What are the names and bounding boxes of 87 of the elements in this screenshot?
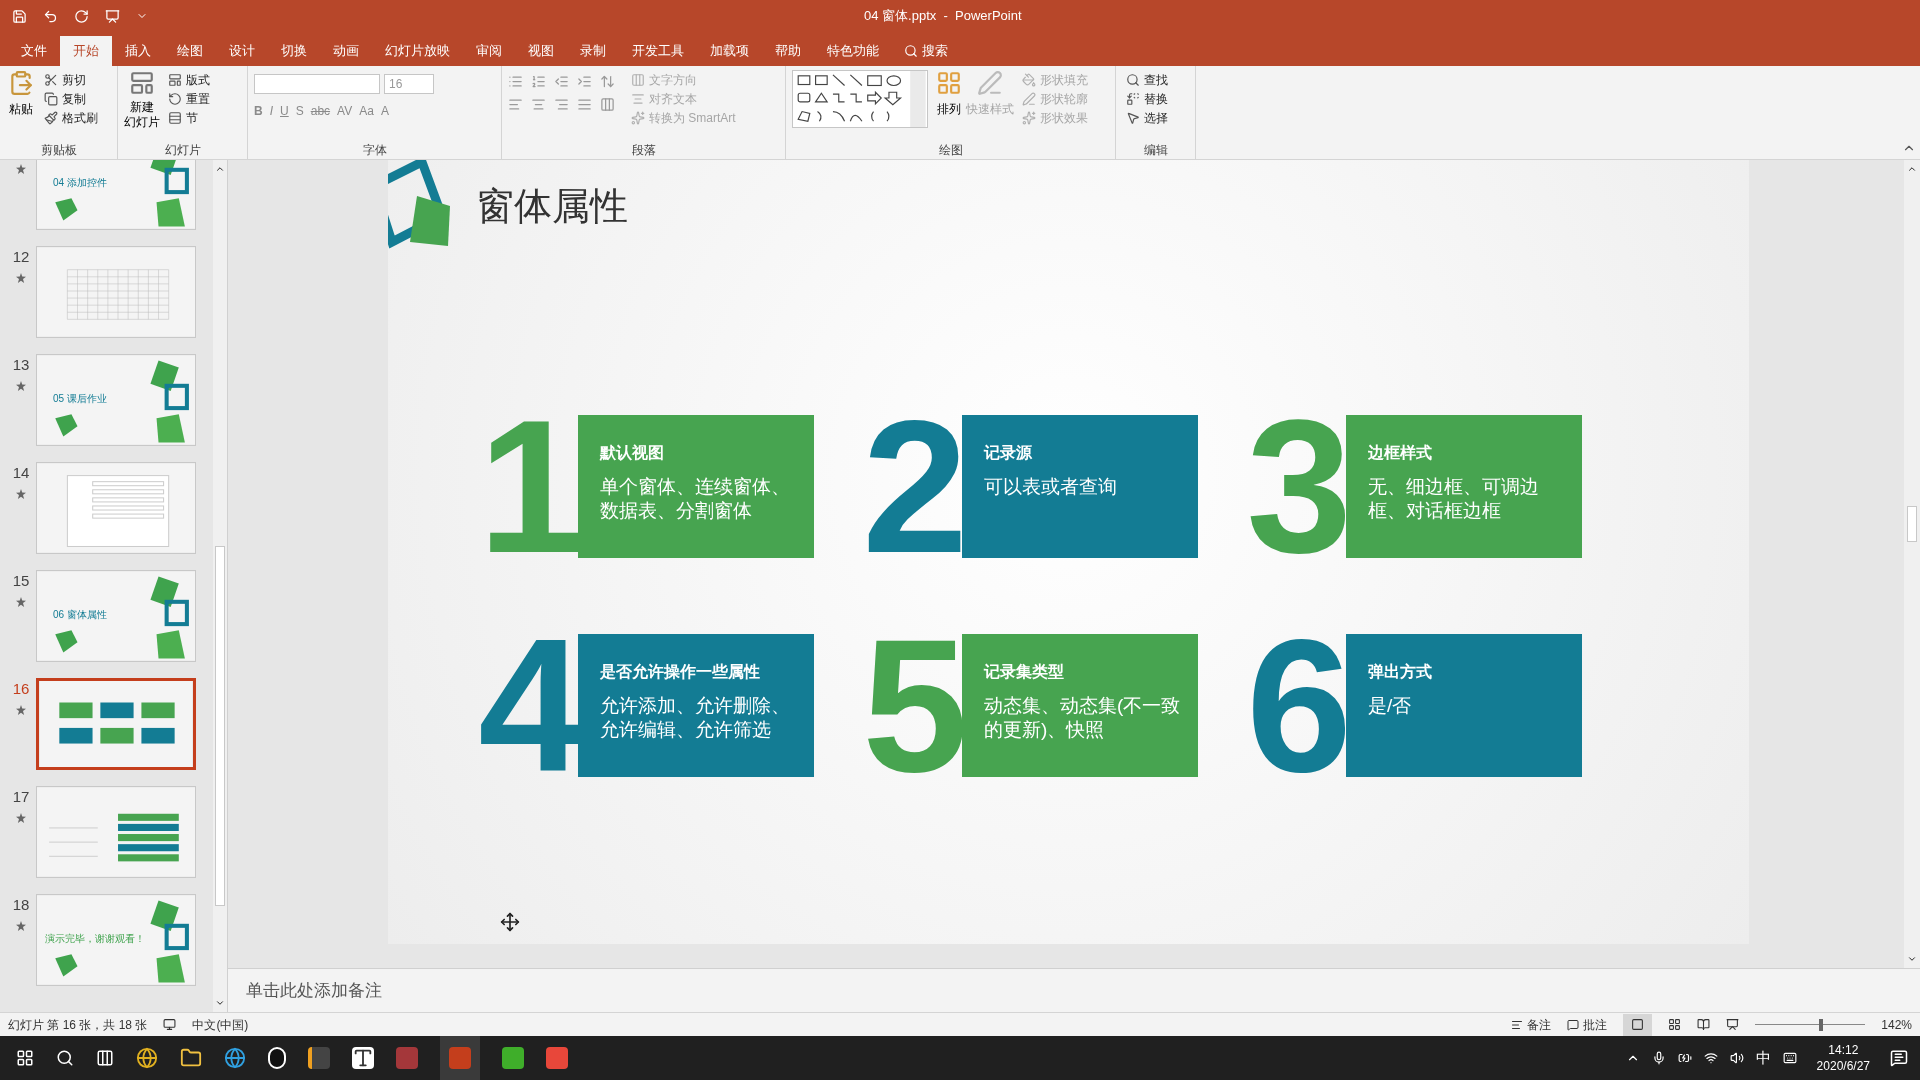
- slide-thumbnail[interactable]: 05 课后作业: [36, 354, 196, 446]
- card-text: 允许添加、允许删除、允许编辑、允许筛选: [600, 694, 791, 742]
- font-format-button[interactable]: A: [380, 102, 389, 120]
- font-format-button[interactable]: U: [280, 102, 289, 120]
- clipboard-button[interactable]: 格式刷: [40, 108, 102, 127]
- window-title: 04 窗体.pptx - PowerPoint: [864, 7, 1022, 26]
- zoom-level[interactable]: 142%: [1881, 1015, 1912, 1034]
- slide-number: 16: [12, 679, 30, 699]
- ribbon-tab[interactable]: 文件: [8, 36, 60, 66]
- card-text: 动态集、动态集(不一致的更新)、快照: [984, 694, 1182, 742]
- paste-button[interactable]: 粘贴: [6, 70, 36, 118]
- ribbon-tab[interactable]: 开始: [60, 36, 112, 66]
- input-method-button[interactable]: 中: [1755, 1046, 1771, 1070]
- slide-number: 17: [12, 787, 30, 807]
- slide-thumbnail[interactable]: 演示完毕，谢谢观看！: [36, 894, 196, 986]
- font-format-button[interactable]: I: [269, 102, 273, 120]
- clipboard-button[interactable]: 复制: [40, 89, 102, 108]
- slide-count: 幻灯片 第 16 张，共 18 张: [8, 1016, 148, 1034]
- card-heading: 是否允许操作一些属性: [600, 662, 761, 682]
- group-label: 剪贴板: [39, 142, 78, 159]
- slide-number: 14: [12, 463, 30, 483]
- search-button[interactable]: 搜索: [892, 36, 960, 66]
- card-text: 单个窗体、连续窗体、数据表、分割窗体: [600, 475, 791, 523]
- card-number: 5: [861, 634, 968, 777]
- ribbon-tab[interactable]: 插入: [112, 36, 164, 66]
- ribbon-tab[interactable]: 视图: [515, 36, 567, 66]
- ribbon-tab[interactable]: 审阅: [463, 36, 515, 66]
- card-heading: 弹出方式: [1368, 662, 1433, 682]
- ribbon-tab[interactable]: 动画: [320, 36, 372, 66]
- card-text: 无、细边框、可调边框、对话框边框: [1368, 475, 1540, 523]
- comments-button[interactable]: 批注: [1567, 1015, 1608, 1034]
- ribbon-tab[interactable]: 帮助: [762, 36, 814, 66]
- ribbon-tab[interactable]: 切换: [268, 36, 320, 66]
- thumbnail-title: 05 课后作业: [53, 392, 107, 406]
- card-text: 是/否: [1368, 694, 1413, 718]
- notes-button[interactable]: 备注: [1511, 1015, 1552, 1034]
- card-heading: 边框样式: [1368, 443, 1433, 463]
- group-label: 编辑: [1142, 142, 1169, 159]
- card-text: 可以表或者查询: [984, 475, 1118, 499]
- slide-thumbnail[interactable]: 06 窗体属性: [36, 570, 196, 662]
- card-heading: 默认视图: [600, 443, 665, 463]
- new-slide-button[interactable]: 新建 幻灯片: [124, 70, 160, 130]
- slide-title: 窗体属性: [476, 183, 628, 229]
- card-number: 4: [477, 634, 584, 777]
- ribbon-tab[interactable]: 加载项: [697, 36, 762, 66]
- thumbnail-title: 演示完毕，谢谢观看！: [45, 932, 145, 946]
- font-format-button[interactable]: abc: [310, 102, 331, 120]
- ribbon-tab[interactable]: 录制: [567, 36, 619, 66]
- ribbon-tab[interactable]: 开发工具: [619, 36, 697, 66]
- group-label: 段落: [630, 142, 657, 159]
- language-button[interactable]: 中文(中国): [192, 1015, 249, 1034]
- font-format-button[interactable]: AV: [337, 102, 353, 120]
- font-size-field[interactable]: 16: [384, 74, 434, 94]
- slide-option-button[interactable]: 节: [164, 108, 214, 127]
- editing-button[interactable]: 替换: [1122, 89, 1172, 108]
- group-label: 绘图: [937, 142, 964, 159]
- font-format-button[interactable]: B: [254, 102, 263, 120]
- thumbnail-title: 06 窗体属性: [53, 608, 107, 622]
- card-number: 3: [1245, 415, 1352, 558]
- group-label: 字体: [361, 142, 388, 159]
- card-heading: 记录源: [984, 443, 1033, 463]
- group-label: 幻灯片: [163, 142, 202, 159]
- editing-button[interactable]: 查找: [1122, 70, 1172, 89]
- slide-number: 13: [12, 355, 30, 375]
- font-format-button[interactable]: Aa: [359, 102, 374, 120]
- slide-thumbnail[interactable]: 04 添加控件: [36, 160, 196, 230]
- clock-time: 14:12: [1828, 1042, 1859, 1058]
- slide-option-button[interactable]: 版式: [164, 70, 214, 89]
- slide-number: 12: [12, 247, 30, 267]
- slide-option-button[interactable]: 重置: [164, 89, 214, 108]
- slide-number: 15: [12, 571, 30, 591]
- ribbon-tab[interactable]: 幻灯片放映: [372, 36, 463, 66]
- ribbon-tab[interactable]: 特色功能: [814, 36, 892, 66]
- card-number: 6: [1245, 634, 1352, 777]
- card-heading: 记录集类型: [984, 662, 1065, 682]
- editing-button[interactable]: 选择: [1122, 108, 1172, 127]
- notes-field[interactable]: 单击此处添加备注: [246, 977, 382, 1004]
- font-format-button[interactable]: S: [295, 102, 304, 120]
- thumbnail-title: 04 添加控件: [53, 176, 107, 190]
- clipboard-button[interactable]: 剪切: [40, 70, 102, 89]
- card-number: 1: [477, 415, 584, 558]
- ribbon-tab[interactable]: 绘图: [164, 36, 216, 66]
- clock-date: 2020/6/27: [1816, 1058, 1870, 1074]
- arrange-button[interactable]: 排列: [936, 70, 962, 118]
- ribbon-tab[interactable]: 设计: [216, 36, 268, 66]
- slide-number: 18: [12, 895, 30, 915]
- card-number: 2: [861, 415, 968, 558]
